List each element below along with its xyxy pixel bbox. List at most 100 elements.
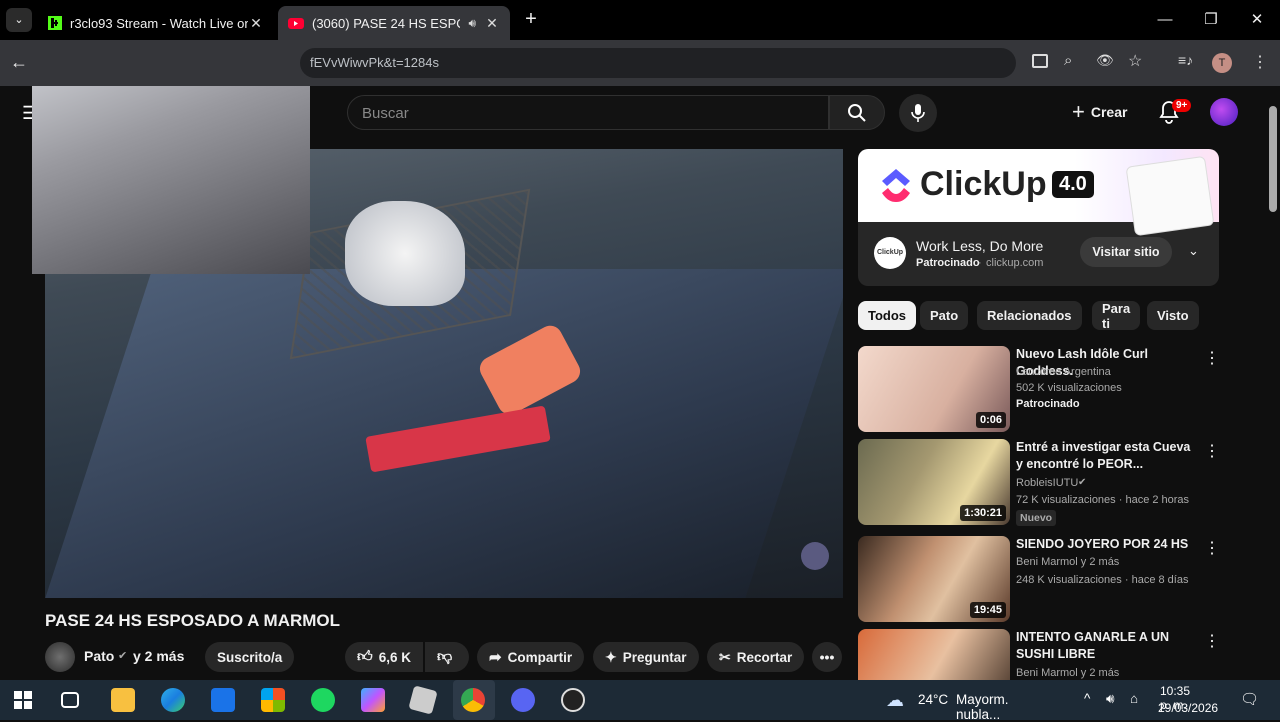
chip-all[interactable]: Todos [858, 301, 917, 330]
url-text[interactable]: fEVvWiwvPk&t=1284s [310, 55, 439, 70]
channel-name[interactable]: Pato [84, 648, 114, 664]
chrome-icon[interactable] [461, 688, 485, 712]
subscribed-button[interactable]: Suscrito/a [205, 642, 295, 672]
browser-menu-icon[interactable]: ⋮ [1252, 52, 1268, 72]
zoom-icon[interactable]: ⌕ [1064, 52, 1072, 69]
obs-icon[interactable] [561, 688, 585, 712]
search-input[interactable]: Buscar [347, 95, 829, 130]
spotify-icon[interactable] [311, 688, 335, 712]
close-tab-icon[interactable]: ✕ [248, 15, 264, 32]
restore-icon[interactable]: ❐ [1196, 8, 1226, 32]
clip-button[interactable]: ✂ Recortar [707, 642, 805, 672]
chip-for-you[interactable]: Para ti [1092, 301, 1141, 331]
windows-start-icon[interactable] [14, 691, 32, 709]
profile-avatar[interactable]: T [1212, 53, 1232, 73]
search-icon [848, 103, 866, 122]
minimize-icon[interactable]: — [1150, 8, 1180, 32]
microphone-icon [911, 104, 925, 122]
voice-search-button[interactable] [899, 94, 937, 132]
channel-suffix[interactable]: y 2 más [133, 648, 184, 664]
views-text: 72 K visualizaciones [1016, 494, 1116, 506]
more-options-icon[interactable]: ⋮ [1204, 538, 1220, 558]
recommendation-views: 248 K visualizaciones · hace 8 días [1016, 574, 1189, 586]
notification-center-icon[interactable]: 🗨︎ [1240, 690, 1259, 708]
create-label: Crear [1090, 104, 1128, 120]
microsoft-store-icon[interactable] [261, 688, 285, 712]
chevron-down-icon[interactable]: ⌄ [1188, 243, 1199, 259]
more-options-icon[interactable]: ⋮ [1204, 348, 1220, 368]
chip-pato[interactable]: Pato [920, 301, 969, 330]
recommendation-title: INTENTO GANARLE A UN SUSHI LIBRE [1016, 630, 1170, 661]
search-button[interactable] [829, 95, 885, 130]
media-controls-icon[interactable]: ≡♪ [1178, 52, 1193, 68]
more-actions-button[interactable]: ••• [812, 642, 842, 672]
window-close-icon[interactable]: ✕ [1242, 8, 1272, 32]
ad-screenshot [1125, 155, 1215, 237]
list-item[interactable]: 0:06 Nuevo Lash Idôle Curl Goddess. Lanc… [858, 346, 1220, 432]
notifications-badge: 9+ [1172, 99, 1192, 112]
video-thumbnail[interactable]: 1:30:21 [858, 439, 1010, 525]
scrollbar-thumb[interactable] [1269, 106, 1277, 212]
back-icon[interactable]: ← [10, 52, 28, 73]
duration-badge: 1:30:21 [960, 505, 1006, 521]
list-item[interactable]: 1:30:21 Entré a investigar esta Cueva y … [858, 439, 1220, 526]
tab-search-button[interactable]: ⌄ [6, 8, 32, 32]
visit-site-button[interactable]: Visitar sitio [1080, 237, 1172, 267]
video-title: PASE 24 HS ESPOSADO A MARMOL [45, 611, 341, 630]
file-explorer-icon[interactable] [111, 688, 135, 712]
ad-headline: Work Less, Do More [916, 238, 1044, 254]
channel-avatar[interactable] [45, 642, 75, 672]
new-tab-button[interactable]: + [520, 8, 542, 30]
ask-button[interactable]: ✦ Preguntar [593, 642, 699, 672]
clock-date[interactable]: 29/03/2026 [1158, 701, 1218, 715]
duration-badge: 0:06 [975, 412, 1006, 428]
ad-logo: ClickUp [874, 237, 906, 269]
volume-icon[interactable]: 🔊︎ [1106, 691, 1115, 707]
speaker-icon[interactable]: 🔊︎ [468, 16, 476, 31]
more-options-icon[interactable]: ⋮ [1204, 631, 1220, 651]
more-options-icon[interactable]: ⋮ [1204, 441, 1220, 461]
share-button[interactable]: ➦ Compartir [477, 642, 585, 672]
ad-card[interactable]: ClickUp 4.0 ClickUp Work Less, Do More P… [858, 149, 1219, 286]
tab-youtube-video[interactable]: (3060) PASE 24 HS ESPOSAI 🔊︎ ✕ [278, 6, 510, 40]
ad-version-badge: 4.0 [1052, 171, 1094, 198]
task-view-icon[interactable] [61, 692, 79, 708]
ad-sponsored: Patrocinado [916, 257, 980, 269]
recommendation-views: 502 K visualizaciones [1016, 382, 1122, 394]
verified-icon: ✔ [1078, 477, 1087, 488]
subscribed-label: Suscrito/a [217, 649, 283, 665]
temperature[interactable]: 24°C [918, 692, 948, 707]
outlook-icon[interactable] [211, 688, 235, 712]
weather-text[interactable]: Mayorm. nubla... [956, 692, 1009, 722]
tab-kick-stream[interactable]: r3clo93 Stream - Watch Live on ✕ [38, 6, 274, 40]
share-icon: ➦ [489, 649, 502, 666]
channel-watermark[interactable] [801, 542, 829, 570]
like-button[interactable]: 👍︎ 6,6 K [345, 642, 423, 672]
tracking-protection-icon[interactable]: 👁︎ [1096, 52, 1114, 69]
discord-icon[interactable] [511, 688, 535, 712]
age-text: hace 2 horas [1125, 494, 1190, 506]
edge-icon[interactable] [161, 688, 185, 712]
scissors-icon: ✂ [719, 648, 731, 665]
copilot-icon[interactable] [361, 688, 385, 712]
close-tab-icon[interactable]: ✕ [484, 15, 500, 32]
more-icon: ••• [819, 649, 835, 665]
chip-watched[interactable]: Visto [1147, 301, 1199, 330]
video-thumbnail[interactable]: 19:45 [858, 536, 1010, 622]
bookmark-star-icon[interactable]: ☆ [1128, 51, 1142, 71]
create-button[interactable]: + Crear [1072, 98, 1127, 126]
recommendation-channel: Lancôme Argentina [1016, 366, 1111, 378]
dislike-button[interactable]: 👎︎ [425, 642, 469, 672]
tray-overflow-icon[interactable]: ^ [1084, 691, 1090, 706]
install-app-icon[interactable] [1032, 54, 1048, 68]
ad-banner[interactable]: ClickUp 4.0 [858, 149, 1219, 237]
list-item[interactable]: 19:45 SIENDO JOYERO POR 24 HS Beni Marmo… [858, 536, 1220, 622]
age-text: hace 8 días [1131, 574, 1189, 586]
account-avatar[interactable] [1210, 98, 1238, 126]
chip-related[interactable]: Relacionados [977, 301, 1082, 330]
video-actions-row: Pato ✔ y 2 más Suscrito/a 👍︎ 6,6 K 👎︎ ➦ … [45, 642, 845, 672]
network-icon[interactable]: ⌂ [1130, 691, 1138, 706]
duration-badge: 19:45 [969, 602, 1006, 618]
video-thumbnail[interactable]: 0:06 [858, 346, 1010, 432]
roblox-icon[interactable] [408, 685, 438, 715]
